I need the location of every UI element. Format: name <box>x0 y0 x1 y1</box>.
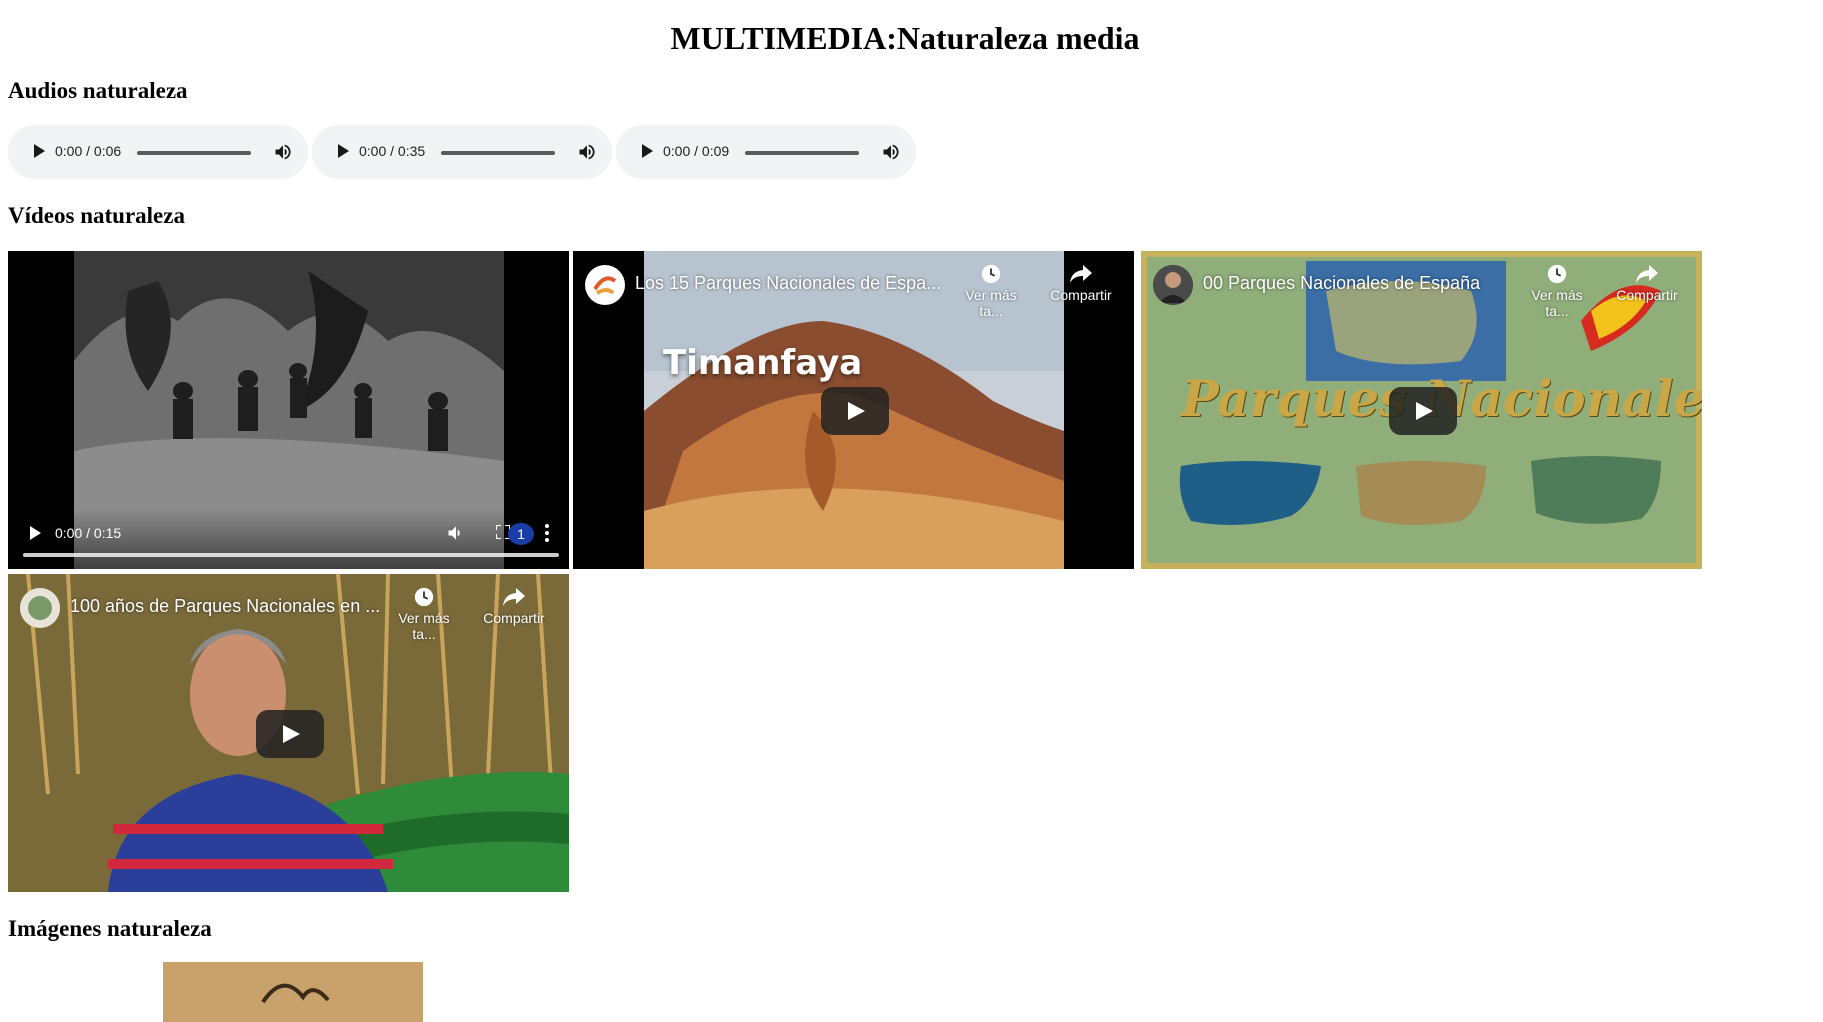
audio-player-2[interactable]: 0:00 / 0:35 <box>312 125 612 179</box>
videos-heading: Vídeos naturaleza <box>8 203 185 228</box>
video-controls: 0:00 / 0:15 1 <box>8 509 569 569</box>
share-icon <box>1070 265 1092 283</box>
audio-time: 0:00 / 0:09 <box>663 143 730 159</box>
clock-icon <box>414 587 434 607</box>
clock-icon <box>1547 264 1567 284</box>
play-icon[interactable] <box>30 526 41 540</box>
volume-icon[interactable] <box>273 142 293 162</box>
video-time: 0:00 / 0:15 <box>55 525 122 541</box>
channel-avatar[interactable] <box>1153 265 1193 305</box>
play-icon[interactable] <box>642 144 653 158</box>
clock-icon <box>981 264 1001 284</box>
youtube-play-button[interactable] <box>821 387 889 435</box>
audio-player-1[interactable]: 0:00 / 0:06 <box>8 125 308 179</box>
youtube-embed-1[interactable]: Timanfaya Los 15 Parques Nacionales de E… <box>573 251 1134 569</box>
watch-later-label: Ver más ta... <box>965 287 1017 319</box>
images-heading: Imágenes naturaleza <box>8 916 212 941</box>
audio-time: 0:00 / 0:35 <box>359 143 426 159</box>
youtube-embed-3[interactable]: 100 años de Parques Nacionales en ... Ve… <box>8 574 569 892</box>
video-title[interactable]: 100 años de Parques Nacionales en ... <box>70 596 380 617</box>
share-button[interactable]: Compartir <box>476 586 552 626</box>
share-button[interactable]: Compartir <box>1609 263 1685 303</box>
channel-avatar[interactable] <box>585 265 625 305</box>
audio-progress-slider[interactable] <box>441 151 555 155</box>
audio-progress-slider[interactable] <box>137 151 251 155</box>
audios-heading: Audios naturaleza <box>8 78 188 103</box>
watch-later-button[interactable]: Ver más ta... <box>1519 263 1595 319</box>
video-badge: 1 <box>508 523 534 545</box>
volume-icon[interactable] <box>881 142 901 162</box>
youtube-embed-2[interactable]: Parques Nacionales de España 00 Parques … <box>1141 251 1702 569</box>
nature-image <box>163 962 423 1022</box>
channel-avatar[interactable] <box>20 588 60 628</box>
watch-later-label: Ver más ta... <box>398 610 450 642</box>
more-vertical-icon[interactable] <box>543 523 551 543</box>
volume-icon[interactable] <box>577 142 597 162</box>
audio-progress-slider[interactable] <box>745 151 859 155</box>
share-label: Compartir <box>1050 287 1112 303</box>
watch-later-button[interactable]: Ver más ta... <box>953 263 1029 319</box>
youtube-play-button[interactable] <box>256 710 324 758</box>
watch-later-button[interactable]: Ver más ta... <box>386 586 462 642</box>
share-icon <box>1636 265 1658 283</box>
share-button[interactable]: Compartir <box>1043 263 1119 303</box>
share-label: Compartir <box>1616 287 1678 303</box>
audio-time: 0:00 / 0:06 <box>55 143 122 159</box>
video-title[interactable]: 00 Parques Nacionales de España <box>1203 273 1480 294</box>
video-progress-slider[interactable] <box>23 553 559 557</box>
play-icon[interactable] <box>34 144 45 158</box>
volume-icon[interactable] <box>446 523 466 543</box>
share-label: Compartir <box>483 610 545 626</box>
youtube-play-button[interactable] <box>1389 387 1457 435</box>
video-title[interactable]: Los 15 Parques Nacionales de Espa... <box>635 273 941 294</box>
video-overlay-text: Timanfaya <box>663 343 863 383</box>
audio-player-3[interactable]: 0:00 / 0:09 <box>616 125 916 179</box>
video-player-native[interactable]: 0:00 / 0:15 1 <box>8 251 569 569</box>
page-title: MULTIMEDIA:Naturaleza media <box>670 20 1140 56</box>
watch-later-label: Ver más ta... <box>1531 287 1583 319</box>
play-icon[interactable] <box>338 144 349 158</box>
share-icon <box>503 588 525 606</box>
